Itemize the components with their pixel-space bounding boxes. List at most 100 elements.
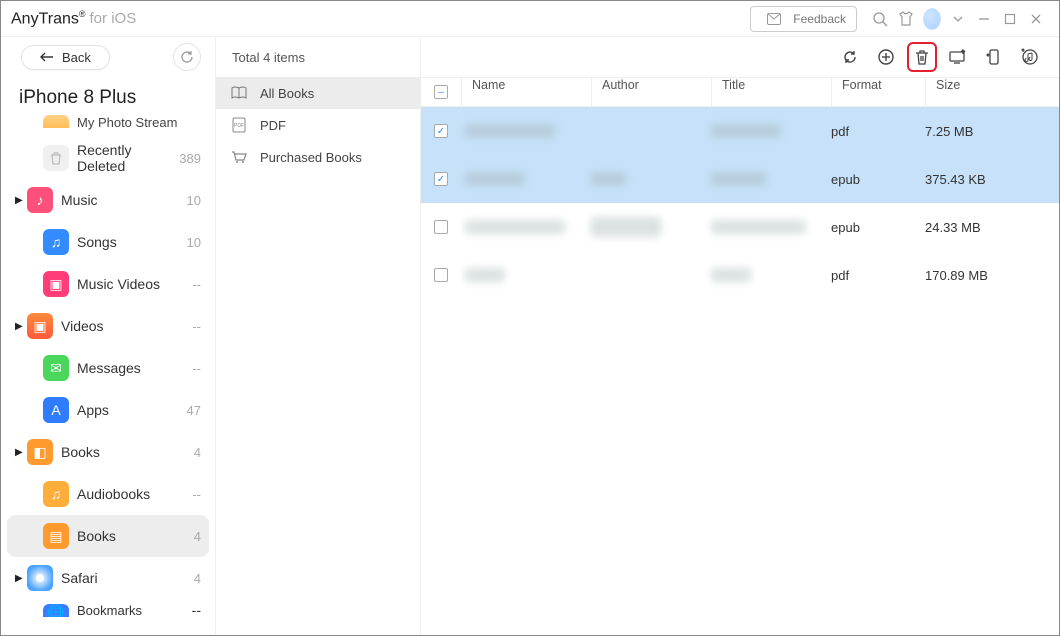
redacted-title [711, 172, 766, 186]
sidebar-item-messages[interactable]: ▶ ✉ Messages -- [1, 347, 215, 389]
feedback-button[interactable]: Feedback [750, 6, 857, 32]
sidebar-item-books-group[interactable]: ▶ ◧ Books 4 [1, 431, 215, 473]
trash-icon [914, 48, 930, 66]
to-itunes-icon [1021, 48, 1039, 66]
sidebar-item-videos[interactable]: ▶ ▣ Videos -- [1, 305, 215, 347]
delete-button[interactable] [907, 42, 937, 72]
shirt-icon[interactable] [897, 10, 915, 28]
row-format: pdf [831, 268, 925, 283]
mail-icon [765, 10, 783, 28]
brand-reg: ® [79, 9, 86, 19]
brand-name: AnyTrans [11, 10, 79, 27]
col-size[interactable]: Size [925, 78, 1059, 106]
trash-icon [43, 145, 69, 171]
sidebar-item-songs[interactable]: ▶ ♫ Songs 10 [1, 221, 215, 263]
row-format: epub [831, 172, 925, 187]
row-checkbox[interactable] [434, 220, 448, 234]
sidebar-item-bookmarks[interactable]: 🌐 Bookmarks -- [1, 599, 215, 621]
minimize-button[interactable] [975, 10, 993, 28]
sidebar-item-music-videos[interactable]: ▶ ▣ Music Videos -- [1, 263, 215, 305]
table-row[interactable]: pdf 7.25 MB [421, 107, 1059, 155]
close-button[interactable] [1027, 10, 1045, 28]
globe-icon: 🌐 [43, 604, 69, 617]
row-size: 170.89 MB [925, 268, 1059, 283]
titlebar: AnyTrans® for iOS Feedback [1, 1, 1059, 37]
to-computer-button[interactable] [943, 42, 973, 72]
col-title[interactable]: Title [711, 78, 831, 106]
table-header: Name Author Title Format Size [421, 77, 1059, 107]
back-label: Back [62, 50, 91, 65]
category-all-books[interactable]: All Books [216, 77, 420, 109]
search-icon[interactable] [871, 10, 889, 28]
cart-icon [230, 148, 248, 166]
sidebar-item-audiobooks[interactable]: ▶ ♫ Audiobooks -- [1, 473, 215, 515]
apps-icon: A [43, 397, 69, 423]
safari-icon [27, 565, 53, 591]
refresh-icon [180, 50, 194, 64]
songs-icon: ♫ [43, 229, 69, 255]
messages-icon: ✉ [43, 355, 69, 381]
svg-text:PDF: PDF [234, 123, 244, 129]
add-button[interactable] [871, 42, 901, 72]
table-row[interactable]: epub 375.43 KB [421, 155, 1059, 203]
row-checkbox[interactable] [434, 124, 448, 138]
table-row[interactable]: pdf 170.89 MB [421, 251, 1059, 299]
books-icon: ◧ [27, 439, 53, 465]
arrow-left-icon [40, 52, 54, 62]
table-body: pdf 7.25 MB epub 375.43 KB epub 24.33 MB [421, 107, 1059, 299]
row-size: 24.33 MB [925, 220, 1059, 235]
redacted-name [465, 124, 555, 138]
back-button[interactable]: Back [21, 45, 110, 70]
row-checkbox[interactable] [434, 268, 448, 282]
audiobook-icon: ♫ [43, 481, 69, 507]
sidebar-item-recently-deleted[interactable]: ▶ Recently Deleted 389 [1, 137, 215, 179]
book-open-icon [230, 84, 248, 102]
total-items-label: Total 4 items [216, 37, 420, 77]
redacted-author [591, 217, 661, 237]
caret-icon: ▶ [15, 321, 25, 332]
sidebar-item-books[interactable]: ▶ ▤ Books 4 [7, 515, 209, 557]
row-size: 7.25 MB [925, 124, 1059, 139]
dropdown-chevron-icon[interactable] [949, 10, 967, 28]
refresh-icon [841, 48, 859, 66]
photostream-icon [43, 115, 69, 128]
caret-icon: ▶ [15, 447, 25, 458]
device-name: iPhone 8 Plus [1, 77, 215, 115]
category-panel: Total 4 items All Books PDF PDF Purchase… [216, 37, 421, 635]
account-avatar[interactable] [923, 10, 941, 28]
redacted-title [711, 220, 806, 234]
sidebar: Back iPhone 8 Plus My Photo Stream ▶ Rec… [1, 37, 216, 635]
content-panel: Name Author Title Format Size pdf 7.25 M… [421, 37, 1059, 635]
sidebar-item-photostream[interactable]: My Photo Stream [1, 115, 215, 137]
category-pdf[interactable]: PDF PDF [216, 109, 420, 141]
music-video-icon: ▣ [43, 271, 69, 297]
redacted-title [711, 268, 751, 282]
sidebar-item-safari[interactable]: ▶ Safari 4 [1, 557, 215, 599]
col-format[interactable]: Format [831, 78, 925, 106]
to-itunes-button[interactable] [1015, 42, 1045, 72]
content-toolbar [421, 37, 1059, 77]
col-name[interactable]: Name [461, 78, 591, 106]
maximize-button[interactable] [1001, 10, 1019, 28]
sidebar-refresh-button[interactable] [173, 43, 201, 71]
caret-icon: ▶ [15, 195, 25, 206]
row-checkbox[interactable] [434, 172, 448, 186]
app-brand: AnyTrans® [11, 9, 86, 28]
book-icon: ▤ [43, 523, 69, 549]
to-device-button[interactable] [979, 42, 1009, 72]
sidebar-item-apps[interactable]: ▶ A Apps 47 [1, 389, 215, 431]
refresh-button[interactable] [835, 42, 865, 72]
brand-subtitle: for iOS [90, 10, 137, 27]
to-pc-icon [948, 49, 968, 65]
row-format: epub [831, 220, 925, 235]
select-all-checkbox[interactable] [434, 85, 448, 99]
sidebar-item-music[interactable]: ▶ ♪ Music 10 [1, 179, 215, 221]
table-row[interactable]: epub 24.33 MB [421, 203, 1059, 251]
col-author[interactable]: Author [591, 78, 711, 106]
row-format: pdf [831, 124, 925, 139]
pdf-icon: PDF [230, 116, 248, 134]
category-purchased[interactable]: Purchased Books [216, 141, 420, 173]
to-phone-icon [986, 48, 1002, 66]
music-icon: ♪ [27, 187, 53, 213]
redacted-author [591, 172, 626, 186]
